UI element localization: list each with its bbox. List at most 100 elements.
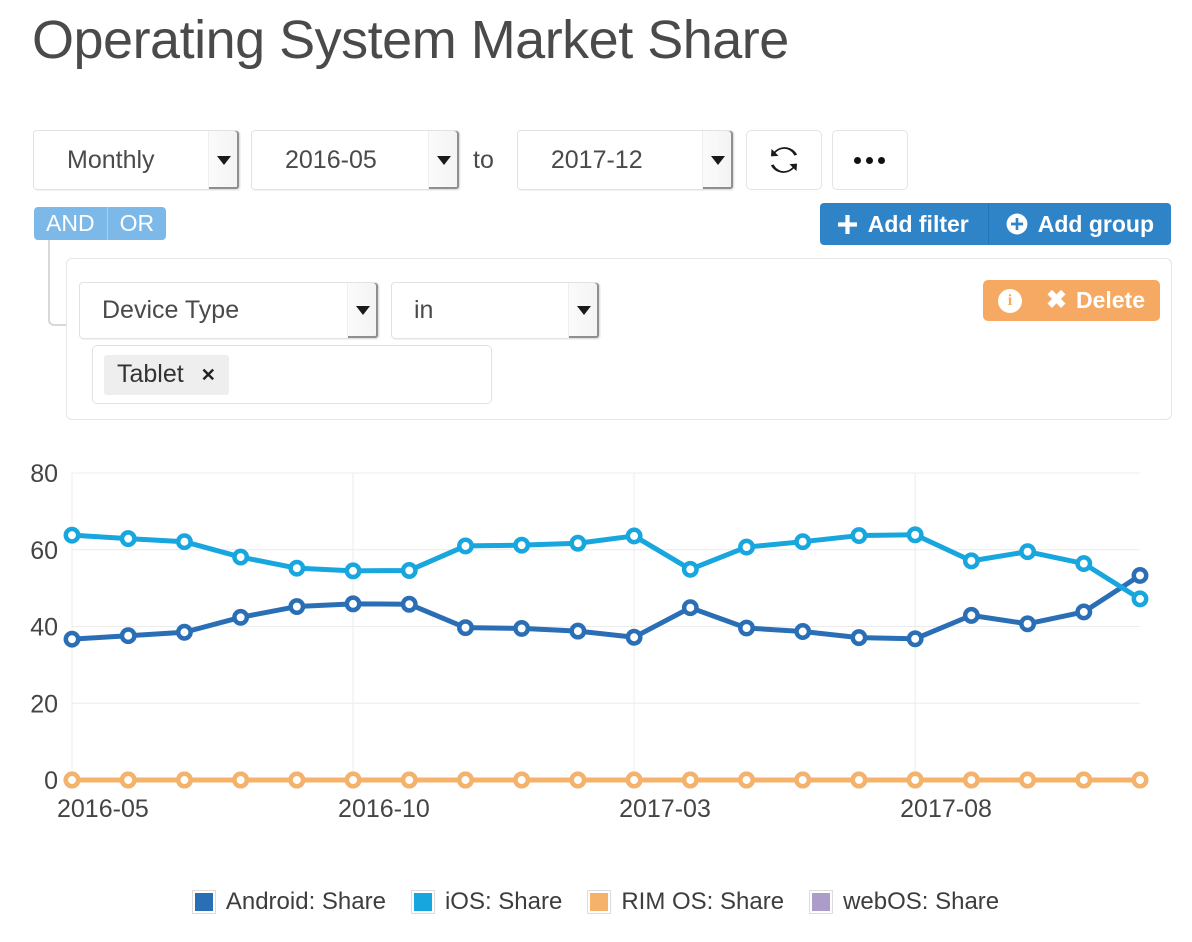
filter-value-tag[interactable]: Tablet ✕ bbox=[104, 354, 229, 395]
data-point[interactable] bbox=[119, 627, 137, 645]
plus-icon bbox=[837, 214, 858, 235]
data-point[interactable] bbox=[962, 771, 980, 789]
data-point[interactable] bbox=[400, 595, 418, 613]
data-point[interactable] bbox=[1019, 543, 1037, 561]
data-point[interactable] bbox=[1019, 615, 1037, 633]
legend-swatch bbox=[588, 891, 611, 913]
filter-value-input[interactable]: Tablet ✕ bbox=[92, 345, 492, 404]
data-point[interactable] bbox=[1019, 771, 1037, 789]
data-point[interactable] bbox=[175, 771, 193, 789]
data-point[interactable] bbox=[457, 619, 474, 637]
more-options-button[interactable] bbox=[831, 130, 908, 190]
data-point[interactable] bbox=[232, 608, 250, 626]
legend-item[interactable]: RIM OS: Share bbox=[588, 888, 784, 916]
legend-swatch bbox=[192, 891, 215, 913]
add-filter-button[interactable]: Add filter bbox=[819, 203, 988, 245]
date-to-select[interactable]: 2017-12 bbox=[516, 130, 734, 190]
data-point[interactable] bbox=[906, 630, 924, 648]
close-icon[interactable]: ✕ bbox=[201, 366, 216, 384]
info-circle-icon[interactable]: i bbox=[998, 288, 1022, 313]
data-point[interactable] bbox=[569, 622, 587, 640]
data-point[interactable] bbox=[738, 771, 755, 789]
data-point[interactable] bbox=[513, 619, 531, 637]
data-point[interactable] bbox=[850, 527, 868, 545]
data-point[interactable] bbox=[1131, 567, 1149, 584]
data-point[interactable] bbox=[119, 771, 137, 789]
data-point[interactable] bbox=[569, 771, 587, 789]
delete-filter-button[interactable]: i ✖ Delete bbox=[983, 280, 1160, 321]
data-point[interactable] bbox=[850, 771, 868, 789]
data-point[interactable] bbox=[288, 559, 306, 577]
data-point[interactable] bbox=[232, 771, 250, 789]
data-point[interactable] bbox=[63, 526, 81, 544]
data-point[interactable] bbox=[962, 552, 980, 570]
line-chart-svg: 0 20 40 60 80 2016-05 2016-10 2017-03 2017-08 bbox=[30, 460, 1149, 823]
data-point[interactable] bbox=[906, 526, 924, 544]
data-point[interactable] bbox=[681, 771, 699, 789]
data-point[interactable] bbox=[344, 595, 362, 613]
legend-label: RIM OS: Share bbox=[621, 888, 785, 915]
data-point[interactable] bbox=[794, 771, 812, 789]
data-point[interactable] bbox=[63, 771, 81, 789]
add-group-label: Add group bbox=[1037, 210, 1154, 237]
chevron-down-icon bbox=[701, 131, 733, 189]
legend-item[interactable]: iOS: Share bbox=[411, 888, 562, 916]
data-point[interactable] bbox=[738, 538, 755, 556]
data-point[interactable] bbox=[1075, 603, 1093, 621]
data-point[interactable] bbox=[288, 771, 306, 789]
filter-operator-select[interactable]: in bbox=[391, 282, 600, 339]
legend-label: Android: Share bbox=[225, 888, 386, 915]
logic-and-button[interactable]: AND bbox=[34, 207, 108, 240]
data-point[interactable] bbox=[457, 771, 474, 789]
data-point[interactable] bbox=[1131, 771, 1149, 789]
data-point[interactable] bbox=[794, 533, 812, 551]
refresh-icon bbox=[770, 147, 797, 173]
legend-item[interactable]: webOS: Share bbox=[810, 888, 999, 916]
data-point[interactable] bbox=[625, 628, 643, 646]
data-point[interactable] bbox=[400, 562, 418, 579]
data-point[interactable] bbox=[344, 771, 362, 789]
data-point[interactable] bbox=[625, 771, 643, 789]
filter-field-value: Device Type bbox=[102, 296, 240, 324]
data-point[interactable] bbox=[569, 534, 587, 552]
add-group-button[interactable]: Add group bbox=[987, 203, 1171, 245]
data-point[interactable] bbox=[232, 548, 250, 566]
data-point[interactable] bbox=[850, 629, 868, 647]
data-point[interactable] bbox=[513, 536, 531, 554]
date-from-select[interactable]: 2016-05 bbox=[251, 130, 460, 190]
logic-operator-toggle[interactable]: AND OR bbox=[34, 207, 167, 240]
data-point[interactable] bbox=[175, 533, 193, 551]
data-point[interactable] bbox=[962, 606, 980, 624]
data-point[interactable] bbox=[906, 771, 924, 789]
refresh-button[interactable] bbox=[745, 130, 822, 190]
filter-actions: Add filter Add group bbox=[819, 203, 1171, 245]
legend-label: webOS: Share bbox=[843, 888, 1000, 915]
y-axis-tick-label: 20 bbox=[30, 690, 58, 718]
data-point[interactable] bbox=[1075, 771, 1093, 789]
legend-swatch bbox=[810, 891, 833, 913]
series-line bbox=[69, 532, 1143, 602]
period-select[interactable]: Monthly bbox=[33, 130, 240, 190]
data-point[interactable] bbox=[513, 771, 531, 789]
data-point[interactable] bbox=[63, 630, 81, 648]
data-point[interactable] bbox=[119, 530, 137, 548]
data-point[interactable] bbox=[738, 619, 755, 637]
legend-item[interactable]: Android: Share bbox=[192, 888, 386, 916]
page-title: Operating System Market Share bbox=[32, 10, 789, 70]
data-point[interactable] bbox=[794, 623, 812, 640]
filter-field-select[interactable]: Device Type bbox=[79, 282, 379, 339]
data-point[interactable] bbox=[400, 771, 418, 789]
chart-legend: Android: Share iOS: Share RIM OS: Share web… bbox=[0, 888, 1192, 916]
data-point[interactable] bbox=[681, 599, 699, 617]
data-point[interactable] bbox=[681, 560, 699, 578]
logic-or-button[interactable]: OR bbox=[107, 207, 167, 240]
data-point[interactable] bbox=[457, 537, 474, 555]
data-point[interactable] bbox=[1131, 590, 1149, 608]
data-point[interactable] bbox=[175, 623, 193, 641]
filter-operator-value: in bbox=[414, 296, 434, 324]
data-point[interactable] bbox=[1075, 555, 1093, 573]
data-point[interactable] bbox=[625, 527, 643, 545]
data-point[interactable] bbox=[288, 598, 306, 615]
data-point[interactable] bbox=[344, 562, 362, 580]
close-icon: ✖ bbox=[1046, 286, 1067, 314]
